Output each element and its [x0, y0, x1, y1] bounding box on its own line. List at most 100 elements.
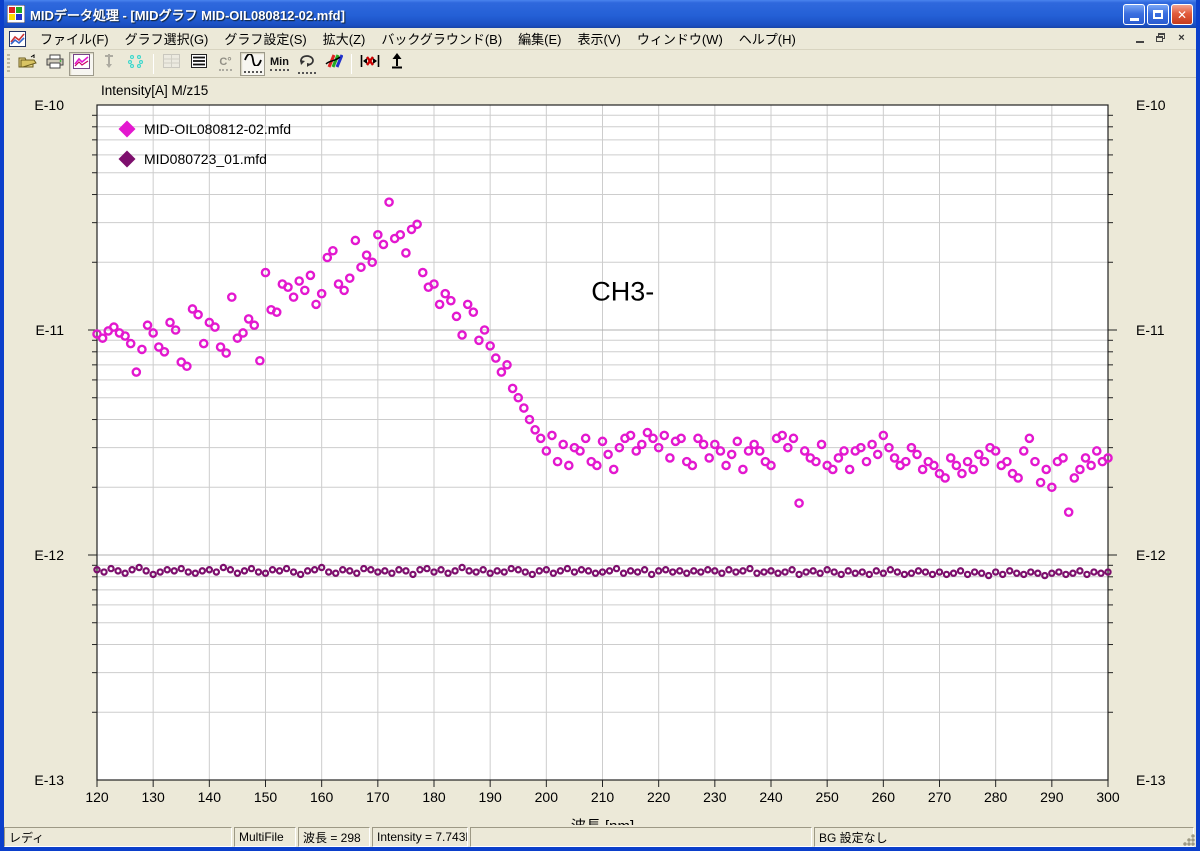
menu-item-2[interactable]: グラフ選択(G) [117, 27, 217, 50]
menu-item-6[interactable]: 編集(E) [510, 27, 569, 50]
celsius-icon: C° [219, 57, 231, 71]
open-file-button[interactable] [15, 52, 40, 76]
menu-item-7[interactable]: 表示(V) [570, 27, 629, 50]
x-tick-label: 160 [310, 789, 334, 805]
app-icon [7, 5, 25, 23]
resize-grip[interactable] [1182, 833, 1196, 847]
color-stripes-icon [325, 53, 343, 74]
sine-wave-icon [244, 54, 262, 73]
min-icon: Min [270, 57, 289, 71]
clear-x-button[interactable] [357, 52, 382, 76]
mid-graph-plot[interactable]: 1201301401501601701801902002102202302402… [4, 78, 1196, 825]
marker-drop-button[interactable] [96, 52, 121, 76]
x-tick-label: 150 [254, 789, 278, 805]
close-button[interactable]: ✕ [1171, 4, 1193, 25]
toolbar-separator [351, 54, 352, 74]
status-ready: レディ [4, 827, 232, 847]
x-tick-label: 190 [478, 789, 502, 805]
status-wavelength: 波長 = 298 [298, 827, 370, 847]
x-tick-label: 230 [703, 789, 727, 805]
up-arrow-icon [390, 53, 404, 74]
close-icon: ✕ [1177, 8, 1187, 22]
legend-label-1: MID-OIL080812-02.mfd [144, 121, 291, 137]
wave-scale-button[interactable] [240, 52, 265, 76]
x-tick-label: 180 [422, 789, 446, 805]
menu-item-5[interactable]: バックグラウンド(B) [373, 27, 510, 50]
y-tick-label-left: E-10 [34, 97, 64, 113]
toolbar-separator [153, 54, 154, 74]
x-tick-label: 270 [928, 789, 952, 805]
minimize-button[interactable] [1123, 4, 1145, 25]
data-list-button[interactable] [186, 52, 211, 76]
export-up-button[interactable] [384, 52, 409, 76]
mdi-minimize-button[interactable] [1131, 30, 1148, 45]
y-tick-label-left: E-11 [35, 322, 64, 338]
refresh-icon [298, 54, 316, 74]
menu-item-1[interactable]: ファイル(F) [32, 27, 117, 50]
annotation-ch3: CH3- [591, 277, 654, 307]
x-tick-label: 130 [141, 789, 165, 805]
mdi-restore-icon [1156, 33, 1166, 42]
status-intensity: Intensity = 7.743E-12 [372, 827, 468, 847]
mdi-close-button[interactable]: × [1173, 30, 1190, 45]
x-tick-label: 280 [984, 789, 1008, 805]
x-tick-label: 290 [1040, 789, 1064, 805]
celsius-scale-button[interactable]: C° [213, 52, 238, 76]
mdi-minimize-icon [1136, 41, 1144, 43]
refresh-scale-button[interactable] [294, 52, 319, 76]
menu-item-3[interactable]: グラフ設定(S) [216, 27, 314, 50]
printer-icon [46, 54, 64, 74]
brush-button[interactable] [321, 52, 346, 76]
graph-client-area: 1201301401501601701801902002102202302402… [4, 78, 1196, 825]
clear-x-icon [360, 54, 380, 73]
folder-open-icon [18, 54, 37, 74]
mdi-close-icon: × [1178, 32, 1184, 44]
min-scale-button[interactable]: Min [267, 52, 292, 76]
status-bg: BG 設定なし [814, 827, 1194, 847]
window-title: MIDデータ処理 - [MIDグラフ MID-OIL080812-02.mfd] [30, 5, 345, 24]
app-window: MIDデータ処理 - [MIDグラフ MID-OIL080812-02.mfd]… [0, 0, 1200, 851]
grid-icon [163, 54, 180, 73]
y-tick-label-right: E-10 [1136, 97, 1166, 113]
maximize-icon [1153, 10, 1163, 19]
toolbar: C° Min [4, 50, 1196, 78]
x-tick-label: 210 [591, 789, 615, 805]
legend-label-2: MID080723_01.mfd [144, 151, 267, 167]
toolbar-grip[interactable] [7, 54, 10, 74]
maximize-button[interactable] [1147, 4, 1169, 25]
y-tick-label-right: E-12 [1136, 547, 1166, 563]
graph-view-button[interactable] [69, 52, 94, 76]
menu-item-4[interactable]: 拡大(Z) [315, 27, 374, 50]
menu-item-9[interactable]: ヘルプ(H) [731, 27, 804, 50]
x-tick-label: 220 [647, 789, 671, 805]
status-bar: レディ MultiFile 波長 = 298 Intensity = 7.743… [4, 825, 1196, 847]
x-tick-label: 250 [815, 789, 839, 805]
x-axis-label: 波長 [nm] [571, 818, 634, 825]
mdi-restore-button[interactable] [1152, 30, 1169, 45]
overlay-dots-icon [127, 53, 144, 74]
menu-bar: ファイル(F)グラフ選択(G)グラフ設定(S)拡大(Z)バックグラウンド(B)編… [4, 28, 1196, 50]
x-tick-label: 140 [198, 789, 222, 805]
marker-drop-icon [103, 53, 115, 74]
y-tick-label-left: E-13 [34, 772, 64, 788]
status-spare [470, 827, 812, 847]
x-tick-label: 170 [366, 789, 390, 805]
window-border [0, 847, 1200, 851]
mdi-document-icon[interactable] [9, 31, 26, 47]
y-tick-label-left: E-12 [34, 547, 64, 563]
title-bar[interactable]: MIDデータ処理 - [MIDグラフ MID-OIL080812-02.mfd]… [0, 0, 1200, 28]
y-tick-label-right: E-11 [1136, 322, 1165, 338]
status-mode: MultiFile [234, 827, 296, 847]
x-tick-label: 120 [85, 789, 109, 805]
menu-item-8[interactable]: ウィンドウ(W) [629, 27, 731, 50]
x-tick-label: 240 [759, 789, 783, 805]
graph-icon [73, 54, 90, 74]
print-button[interactable] [42, 52, 67, 76]
grid-table-button[interactable] [159, 52, 184, 76]
list-icon [191, 54, 207, 73]
overlay-button[interactable] [123, 52, 148, 76]
chart-title: Intensity[A] M/z15 [101, 83, 208, 98]
minimize-icon [1130, 18, 1139, 21]
y-tick-label-right: E-13 [1136, 772, 1166, 788]
x-tick-label: 260 [872, 789, 896, 805]
